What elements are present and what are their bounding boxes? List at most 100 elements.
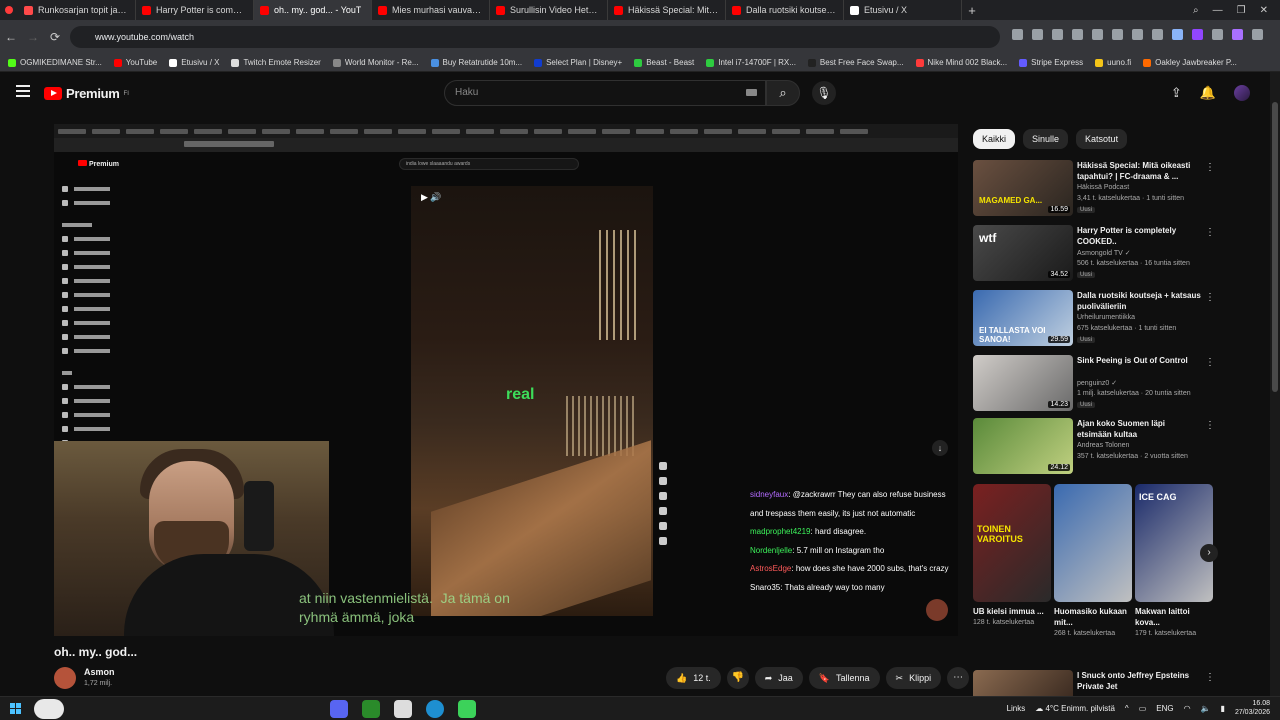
weather-widget[interactable]: ☁ 4°C Enimm. pilvistä [1035,704,1115,713]
wifi-icon[interactable]: ◠ [1184,704,1191,713]
camera-icon[interactable] [1052,29,1063,40]
browser-tab[interactable]: Runkosarjan topit ja flopit [18,0,136,20]
like-button[interactable]: 👍 12 t. [666,667,721,689]
bookmark-item[interactable]: Twitch Emote Resizer [231,58,321,67]
search-button[interactable]: ⌕ [766,80,800,106]
keyboard-icon[interactable] [746,89,757,96]
filter-chip[interactable]: Sinulle [1023,129,1069,149]
recommendation-item[interactable]: MAGAMED GA... 16.59 Häkissä Special: Mitä … [973,160,1215,218]
battery-icon[interactable]: ▮ [1221,704,1225,713]
youtube-premium-logo[interactable]: Premium FI [44,86,129,101]
purple-extension-icon[interactable] [1232,29,1243,40]
upload-icon[interactable]: ⇪ [1171,85,1182,101]
bookmark-item[interactable]: OGMIKEDIMANE Str... [8,58,102,67]
edit-icon[interactable] [1032,29,1043,40]
discord-icon[interactable] [330,700,348,718]
recommendation-item[interactable]: 14.23 Sink Peeing is Out of Control pengui… [973,355,1215,413]
page-scrollbar[interactable] [1270,72,1280,700]
short-item[interactable]: TOINEN VAROITUS UB kielsi immua ... 128 t.… [973,484,1051,626]
hamburger-menu-icon[interactable] [16,85,30,100]
speaker-icon[interactable]: 🔈 [1201,704,1211,713]
short-thumbnail[interactable] [1054,484,1132,602]
menu-icon[interactable] [1152,29,1163,40]
rec-thumbnail[interactable]: wtf 34.52 [973,225,1073,281]
box-extension-icon[interactable] [1212,29,1223,40]
bookmark-item[interactable]: Oakley Jawbreaker P... [1143,58,1237,67]
browser-tab[interactable]: Häkissä Special: Mitä oike [608,0,726,20]
channel-avatar[interactable] [54,667,76,689]
dislike-button[interactable]: 👎 [726,667,749,689]
short-thumbnail[interactable]: TOINEN VAROITUS [973,484,1051,602]
windows-start-icon[interactable] [10,703,21,714]
links-toolbar[interactable]: Links [1007,704,1026,713]
maximize-icon[interactable]: ❐ [1237,5,1246,16]
language-indicator[interactable]: ENG [1156,704,1173,713]
green-app-icon[interactable] [362,700,380,718]
clip-button[interactable]: ✂ Klippi [885,667,942,689]
browser-tab[interactable]: oh.. my.. god... - YouT [254,0,372,20]
short-thumbnail[interactable]: ICE CAG [1135,484,1213,602]
edge-icon[interactable] [426,700,444,718]
user-avatar[interactable] [1234,85,1250,101]
recommendation-item[interactable]: EI TALLASTA VOI SANOA! 29.59 Dalla ruotsik… [973,290,1215,348]
rec-channel[interactable]: Andreas Tolonen [1077,442,1129,449]
search-tabs-icon[interactable]: ⌕ [1193,5,1199,16]
bookmark-item[interactable]: Intel i7-14700F | RX... [706,58,796,67]
filter-chip[interactable]: Kaikki [973,129,1016,149]
save-button[interactable]: 🔖 Tallenna [808,667,880,689]
share-button[interactable]: ➦ Jaa [754,667,803,689]
recommendation-item[interactable]: wtf 34.52 Harry Potter is completely COOKE… [973,225,1215,283]
kebab-menu-icon[interactable]: ⋮ [1205,357,1215,368]
rec-thumbnail[interactable]: 24.12 [973,418,1073,474]
network-icon[interactable]: ▭ [1139,704,1147,713]
more-actions-button[interactable]: ⋯ [947,667,970,689]
shield-icon[interactable] [1072,29,1083,40]
play-app-icon[interactable] [458,700,476,718]
heart-icon[interactable] [1112,29,1123,40]
forward-icon[interactable]: → [22,30,44,44]
shield-app-icon[interactable] [394,700,412,718]
twitch-extension-icon[interactable] [1192,29,1203,40]
rec-thumbnail[interactable]: EI TALLASTA VOI SANOA! 29.59 [973,290,1073,346]
new-tab-button[interactable]: + [962,3,982,18]
browser-tab[interactable]: Etusivu / X [844,0,962,20]
kebab-menu-icon[interactable]: ⋮ [1205,227,1215,238]
notifications-bell-icon[interactable]: 🔔 [1200,85,1216,101]
url-field[interactable]: www.youtube.com/watch [70,26,1000,48]
bookmark-item[interactable]: Etusivu / X [169,58,219,67]
rec-channel[interactable]: Häkissä Podcast [1077,184,1129,191]
bookmark-item[interactable]: Select Plan | Disney+ [534,58,622,67]
rec-thumbnail[interactable]: 14.23 [973,355,1073,411]
rec-thumbnail[interactable]: MAGAMED GA... 16.59 [973,160,1073,216]
kebab-menu-icon[interactable]: ⋮ [1205,420,1215,431]
bookmark-item[interactable]: World Monitor - Re... [332,58,419,67]
bookmark-item[interactable]: Buy Retatrutide 10m... [430,58,522,67]
video-player[interactable]: Premium india lowe slaaaandu awards ▶ 🔊 … [54,124,958,636]
search-input[interactable]: Haku [444,80,766,106]
voice-search-button[interactable]: 🎙 [812,81,836,105]
channel-name[interactable]: Asmon [84,667,115,677]
browser-tab[interactable]: Harry Potter is completely [136,0,254,20]
chevron-up-icon[interactable]: ^ [1125,704,1129,713]
rec-channel[interactable]: Asmongold TV ✓ [1077,249,1131,257]
rec-channel[interactable]: penguinz0 ✓ [1077,379,1117,387]
recommendation-item[interactable]: 24.12 Ajan koko Suomen läpi etsimään kult… [973,418,1215,476]
shorts-next-arrow-icon[interactable]: › [1200,544,1218,562]
bookmark-item[interactable]: Nike Mind 002 Black... [915,58,1007,67]
kebab-menu-icon[interactable]: ⋮ [1205,162,1215,173]
back-icon[interactable]: ← [0,30,22,44]
bookmark-item[interactable]: Best Free Face Swap... [807,58,904,67]
browser-tab[interactable]: Surullisin Video Hetkeen [490,0,608,20]
kebab-menu-icon[interactable]: ⋮ [1205,292,1215,303]
short-item[interactable]: ICE CAG Makwan laittoi kova... 179 t. kats… [1135,484,1213,637]
taskbar-search[interactable] [34,699,64,719]
zoom-icon[interactable] [1012,29,1023,40]
reload-icon[interactable]: ⟳ [44,30,66,44]
bookmark-item[interactable]: uuno.fi [1095,58,1131,67]
browser-tab[interactable]: Dalla ruotsiki koutseja + ka [726,0,844,20]
play-icon[interactable] [1092,29,1103,40]
rec-channel[interactable]: Urheilurumentiikka [1077,314,1135,321]
download-icon[interactable] [1132,29,1143,40]
filter-chip[interactable]: Katsotut [1076,129,1128,149]
minimize-icon[interactable]: — [1213,5,1223,16]
